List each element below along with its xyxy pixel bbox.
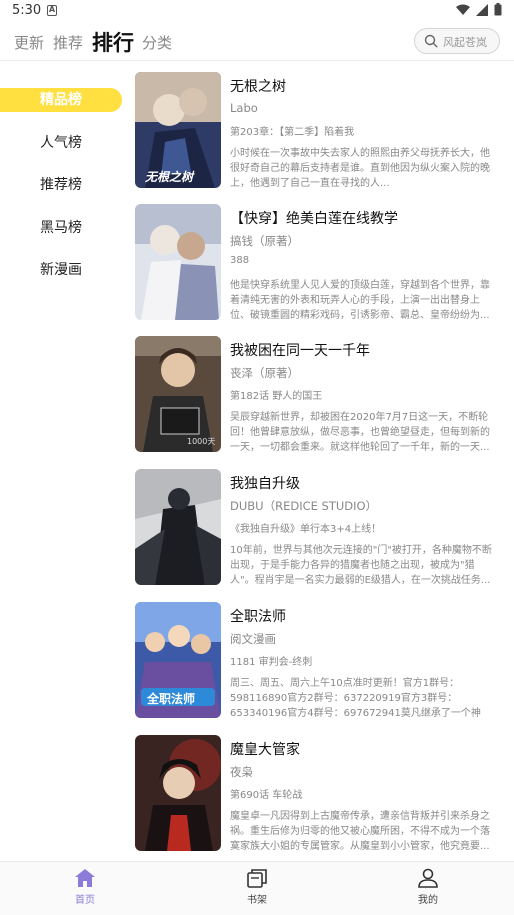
bottom-nav-label: 首页 (75, 895, 95, 906)
comic-description: 魔皇卓一凡因得到上古魔帝传承，遭亲信背叛并引来杀身之祸。重生后修为归零的他又被心… (230, 811, 490, 852)
comic-cover[interactable]: 全职法师 (135, 602, 221, 718)
tab-category[interactable]: 分类 (142, 32, 172, 53)
comic-card[interactable]: 【快穿】绝美白莲在线教学 搞钱（原著） 388 他是快穿系统里人见人爱的顶级白莲… (135, 204, 500, 322)
sidebar-item-recommended[interactable]: 推荐榜 (0, 173, 122, 197)
comic-description: 周三、周五、周六上午10点准时更新！官方1群号：598116890官方2群号：6… (230, 678, 481, 719)
comic-title[interactable]: 无根之树 (230, 76, 286, 96)
comic-cover[interactable] (135, 735, 221, 851)
sidebar-item-premium[interactable]: 精品榜 (0, 88, 122, 112)
top-nav: 更新 推荐 排行 分类 风起苍岚 (0, 22, 514, 60)
status-bar: 5:30 A (0, 0, 514, 22)
comic-chapter: 388 (230, 255, 250, 266)
comic-title[interactable]: 我独自升级 (230, 473, 300, 493)
comic-card[interactable]: 全职法师 全职法师 阅文漫画 1181 审判会-终刺 周三、周五、周六上午10点… (135, 602, 500, 720)
status-icons (456, 3, 502, 16)
bottom-nav: 首页 书架 我的 (0, 861, 514, 915)
comic-cover[interactable] (135, 469, 221, 585)
home-icon (75, 869, 95, 887)
cover-title: 全职法师 (147, 692, 196, 706)
comic-chapter: 第203章：【第二季】陷着我 (230, 127, 355, 138)
comic-chapter: 《我独自升级》单行本3+4上线！ (230, 524, 382, 535)
comic-description: 10年前，世界与其他次元连接的"门"被打开，各种魔物不断出现，于是手能力各异的猎… (230, 545, 492, 586)
tab-recommend[interactable]: 推荐 (53, 32, 83, 53)
ranking-sidebar: 精品榜 人气榜 推荐榜 黑马榜 新漫画 (0, 61, 128, 861)
comic-chapter: 第182话 野人的国王 (230, 391, 323, 402)
search-box[interactable]: 风起苍岚 (414, 28, 500, 54)
status-time: 5:30 (12, 3, 42, 18)
comic-chapter: 第690话 车轮战 (230, 790, 303, 801)
comic-title[interactable]: 全职法师 (230, 606, 286, 626)
comic-description: 小时候在一次事故中失去家人的照熙由养父母抚养长大，他很好奇自己的幕后支持者是谁。… (230, 148, 490, 189)
comic-card[interactable]: 1000天 我被困在同一天一千年 丧泽（原著） 第182话 野人的国王 吴辰穿越… (135, 336, 500, 454)
comic-chapter: 1181 审判会-终刺 (230, 657, 313, 668)
profile-icon (418, 868, 438, 888)
wifi-icon (456, 4, 470, 15)
search-icon (424, 34, 438, 48)
comic-description: 吴辰穿越新世界，却被困在2020年7月7日这一天，不断轮回！他曾肆意放纵，做尽恶… (230, 412, 490, 453)
search-placeholder: 风起苍岚 (443, 36, 487, 49)
comic-author: DUBU（REDICE STUDIO） (230, 499, 378, 513)
comic-title[interactable]: 魔皇大管家 (230, 739, 300, 759)
comic-author: Labo (230, 101, 258, 115)
comic-author: 丧泽（原著） (230, 366, 299, 380)
cover-title: 1000天 (187, 437, 216, 446)
bottom-nav-home[interactable]: 首页 (55, 868, 115, 906)
battery-icon (494, 3, 502, 16)
tab-updates[interactable]: 更新 (14, 32, 44, 53)
comic-title[interactable]: 我被困在同一天一千年 (230, 340, 370, 360)
bottom-nav-label: 书架 (247, 895, 267, 906)
sidebar-item-popular[interactable]: 人气榜 (0, 131, 122, 155)
comic-cover[interactable]: 1000天 (135, 336, 221, 452)
app-notification-icon: A (47, 5, 57, 16)
tab-ranking[interactable]: 排行 (92, 27, 134, 57)
bottom-nav-label: 我的 (418, 895, 438, 906)
comic-description: 他是快穿系统里人见人爱的顶级白莲，穿越到各个世界，靠着清纯无害的外表和玩弄人心的… (230, 280, 490, 321)
comic-title[interactable]: 【快穿】绝美白莲在线教学 (230, 208, 398, 228)
bookshelf-icon (247, 869, 267, 888)
comic-cover[interactable] (135, 204, 221, 320)
comic-card[interactable]: 魔皇大管家 夜枭 第690话 车轮战 魔皇卓一凡因得到上古魔帝传承，遭亲信背叛并… (135, 735, 500, 853)
sidebar-item-new-comics[interactable]: 新漫画 (0, 258, 122, 282)
bottom-nav-bookshelf[interactable]: 书架 (227, 868, 287, 906)
comic-card[interactable]: 无根之树 无根之树 Labo 第203章：【第二季】陷着我 小时候在一次事故中失… (135, 72, 500, 190)
bottom-nav-profile[interactable]: 我的 (398, 868, 458, 906)
comic-author: 搞钱（原著） (230, 234, 299, 248)
comic-author: 夜枭 (230, 765, 253, 779)
comic-cover[interactable]: 无根之树 (135, 72, 221, 188)
comic-card[interactable]: 我独自升级 DUBU（REDICE STUDIO） 《我独自升级》单行本3+4上… (135, 469, 500, 587)
signal-icon (476, 3, 488, 16)
cover-title: 无根之树 (145, 170, 194, 184)
comic-author: 阅文漫画 (230, 632, 276, 646)
sidebar-item-dark-horse[interactable]: 黑马榜 (0, 216, 122, 240)
